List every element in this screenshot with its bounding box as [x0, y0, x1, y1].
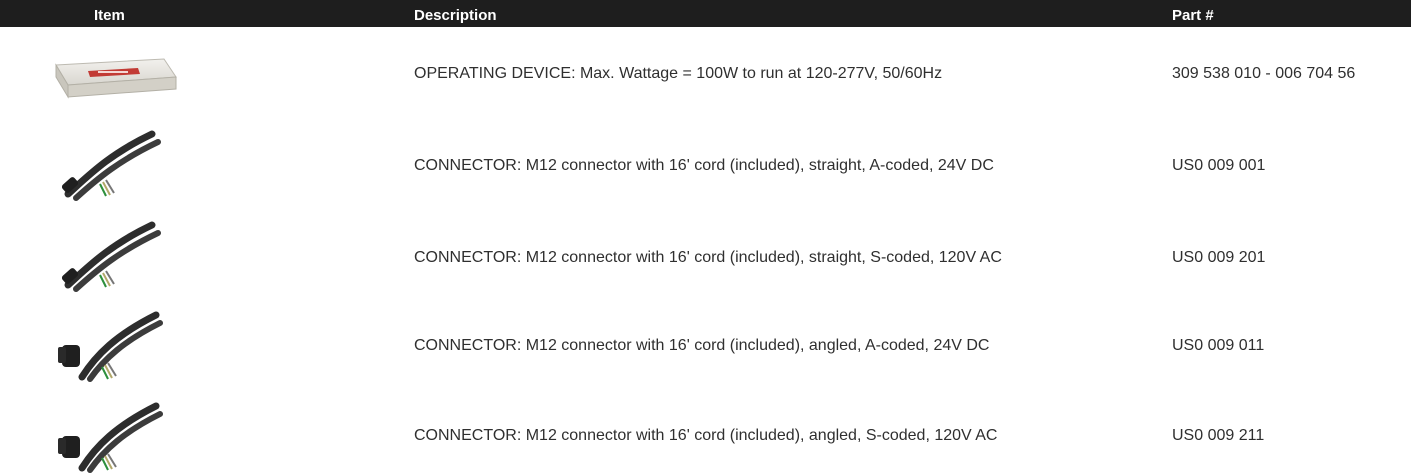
row-part-number: US0 009 001	[1172, 157, 1266, 174]
straight-connector-image	[40, 215, 190, 295]
header-description: Description	[414, 7, 497, 24]
table-header: Item Description Part #	[0, 4, 1411, 27]
table-row: CONNECTOR: M12 connector with 16' cord (…	[0, 305, 1411, 385]
header-part-number: Part #	[1172, 7, 1214, 24]
angled-connector-image	[40, 396, 190, 476]
row-part-number: US0 009 011	[1172, 337, 1265, 354]
header-item: Item	[94, 7, 125, 24]
row-part-number: US0 009 211	[1172, 427, 1265, 444]
row-description: CONNECTOR: M12 connector with 16' cord (…	[414, 427, 998, 444]
row-description: CONNECTOR: M12 connector with 16' cord (…	[414, 249, 1002, 266]
row-part-number: US0 009 201	[1172, 249, 1266, 266]
row-description: OPERATING DEVICE: Max. Wattage = 100W to…	[414, 65, 943, 82]
angled-connector-image	[40, 305, 190, 385]
row-part-number: 309 538 010 - 006 704 56	[1172, 65, 1356, 82]
table-row: CONNECTOR: M12 connector with 16' cord (…	[0, 396, 1411, 476]
row-description: CONNECTOR: M12 connector with 16' cord (…	[414, 337, 990, 354]
table-row: CONNECTOR: M12 connector with 16' cord (…	[0, 215, 1411, 295]
row-description: CONNECTOR: M12 connector with 16' cord (…	[414, 157, 994, 174]
straight-connector-image	[40, 124, 190, 204]
table-row: CONNECTOR: M12 connector with 16' cord (…	[0, 124, 1411, 204]
operating-device-image	[40, 37, 190, 117]
table-row: OPERATING DEVICE: Max. Wattage = 100W to…	[0, 37, 1411, 117]
